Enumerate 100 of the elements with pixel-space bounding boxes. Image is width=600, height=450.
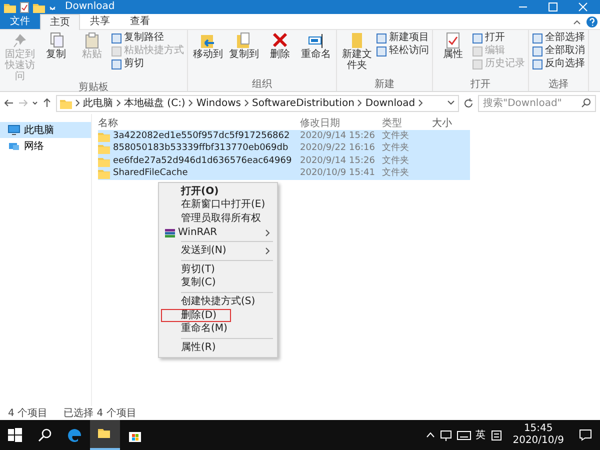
chevron-up-icon[interactable] <box>426 431 435 439</box>
start-icon[interactable] <box>8 428 22 442</box>
menu-item[interactable]: 删除(D) <box>161 308 231 322</box>
notification-icon[interactable] <box>578 429 592 441</box>
ribbon-tab[interactable]: 查看 <box>120 14 160 29</box>
menu-item[interactable]: 属性(R) <box>161 340 275 355</box>
ribbon-button[interactable]: 移动到 <box>191 32 225 79</box>
file-row[interactable]: 858050183b53339ffbf313770eb069db 2020/9/22 16:16 文件夹 <box>98 142 470 155</box>
file-name: ee6fde27a52d946d1d636576eac64969 <box>113 154 292 168</box>
back-arrow-icon[interactable] <box>4 98 14 108</box>
ribbon-button[interactable]: 复制路径 <box>111 32 184 44</box>
menu-item[interactable]: 打开(O) <box>161 185 275 199</box>
group-label: 组织 <box>251 79 273 91</box>
chevron-icon[interactable] <box>188 99 194 107</box>
ribbon-tab[interactable]: 共享 <box>80 14 120 29</box>
file-date: 2020/9/14 15:26 <box>300 130 376 142</box>
column-header[interactable]: 类型 <box>382 116 432 130</box>
chevron-icon[interactable] <box>418 99 424 107</box>
chevron-icon[interactable] <box>75 99 80 107</box>
ribbon-button[interactable]: 剪切 <box>111 58 184 70</box>
ribbon-button[interactable]: 删除 <box>263 32 297 79</box>
window-title: Download <box>65 1 115 13</box>
column-header[interactable]: 名称 <box>98 116 300 130</box>
file-name: SharedFileCache <box>113 167 188 180</box>
search-field[interactable]: 搜索"Download" <box>478 94 596 112</box>
input-method-icon[interactable] <box>490 430 502 440</box>
ribbon-tab[interactable]: 文件 <box>0 14 40 29</box>
file-row[interactable]: ee6fde27a52d946d1d636576eac64969 2020/9/14 15:26 文件夹 <box>98 155 470 168</box>
ribbon-button[interactable]: 全部取消 <box>532 45 585 57</box>
menu-item[interactable]: WinRAR <box>161 226 275 240</box>
menu-item[interactable]: 重命名(M) <box>161 322 275 336</box>
folder-icon[interactable] <box>98 427 112 441</box>
properties-icon[interactable] <box>20 2 29 12</box>
file-date: 2020/10/9 15:41 <box>300 167 376 180</box>
ribbon-button[interactable]: 新建项目 <box>376 32 429 44</box>
folder-icon <box>98 143 110 154</box>
clock-date: 2020/10/9 <box>512 435 564 447</box>
menu-item[interactable]: 管理员取得所有权 <box>161 212 275 226</box>
ribbon-button[interactable]: 全部选择 <box>532 32 585 44</box>
file-type: 文件夹 <box>382 167 410 180</box>
clock[interactable]: 15:45 2020/10/9 <box>506 423 570 447</box>
file-name: 858050183b53339ffbf313770eb069db <box>113 142 288 155</box>
column-header[interactable]: 修改日期 <box>300 116 382 130</box>
help-icon[interactable] <box>586 14 598 28</box>
column-header[interactable]: 大小 <box>432 116 470 130</box>
clock-time: 15:45 <box>524 423 553 435</box>
monitor-icon <box>8 125 20 135</box>
group-label: 打开 <box>470 79 492 91</box>
file-name: 3a422082ed1e550f957dc5f917256862 <box>113 130 290 142</box>
network-icon[interactable] <box>440 430 452 440</box>
chevron-icon[interactable] <box>116 99 121 107</box>
browser-icon[interactable] <box>68 428 82 442</box>
dropdown-icon[interactable] <box>447 99 455 107</box>
chevron-icon <box>265 228 270 237</box>
search-icon[interactable] <box>38 428 52 442</box>
ribbon-button[interactable]: 重命名 <box>299 32 333 79</box>
ribbon-tab[interactable]: 主页 <box>40 14 80 30</box>
breadcrumb[interactable]: SoftwareDistribution <box>252 96 354 110</box>
breadcrumb[interactable]: Windows <box>196 96 241 110</box>
group-label: 剪贴板 <box>78 82 110 94</box>
search-icon[interactable] <box>581 98 591 108</box>
network-icon <box>8 141 20 151</box>
ribbon-button[interactable]: 新建文件夹 <box>340 32 374 79</box>
input-language[interactable]: 英 <box>476 428 486 442</box>
ribbon-button[interactable]: 复制 <box>39 32 73 82</box>
ribbon-button[interactable]: 打开 <box>472 32 525 44</box>
menu-item[interactable]: 发送到(N) <box>161 244 275 258</box>
menu-item[interactable]: 剪切(T) <box>161 262 275 277</box>
keyboard-icon[interactable] <box>456 430 471 440</box>
ribbon-button[interactable]: 轻松访问 <box>376 45 429 57</box>
breadcrumb[interactable]: 本地磁盘 (C:) <box>124 96 186 110</box>
chevron-icon[interactable] <box>357 99 362 107</box>
delete-icon <box>272 32 288 49</box>
chevron-icon <box>265 247 270 256</box>
ribbon-button[interactable]: 属性 <box>436 32 470 79</box>
ribbon-button[interactable]: 反向选择 <box>532 58 585 70</box>
menu-item[interactable]: 创建快捷方式(S) <box>161 295 275 309</box>
breadcrumb[interactable]: 此电脑 <box>83 96 113 110</box>
nav-item[interactable]: 此电脑 <box>0 122 91 138</box>
nav-item[interactable]: 网络 <box>0 138 91 154</box>
chevron-icon[interactable] <box>244 99 249 107</box>
status-text: 已选择 4 个项目 <box>64 406 136 420</box>
up-arrow-icon[interactable] <box>42 98 52 108</box>
menu-item[interactable]: 复制(C) <box>161 276 275 290</box>
pin-icon <box>12 32 28 49</box>
refresh-icon[interactable] <box>463 98 474 108</box>
group-label: 选择 <box>548 79 570 91</box>
status-text: 4 个项目 <box>8 406 48 420</box>
menu-item[interactable]: 在新窗口中打开(E) <box>161 198 275 212</box>
ribbon-button[interactable]: 复制到 <box>227 32 261 79</box>
file-type: 文件夹 <box>382 154 410 168</box>
file-date: 2020/9/14 15:26 <box>300 154 376 168</box>
move-folder-icon <box>200 32 216 49</box>
address-bar[interactable]: 此电脑 本地磁盘 (C:) Windows SoftwareDistribution Download <box>56 94 459 112</box>
folder-icon <box>349 32 365 49</box>
folder-icon <box>60 98 72 108</box>
file-row[interactable]: 3a422082ed1e550f957dc5f917256862 2020/9/14 15:26 文件夹 <box>98 130 470 142</box>
file-row[interactable]: SharedFileCache 2020/10/9 15:41 文件夹 <box>98 168 470 180</box>
books-icon <box>165 228 175 238</box>
breadcrumb[interactable]: Download <box>365 96 416 110</box>
